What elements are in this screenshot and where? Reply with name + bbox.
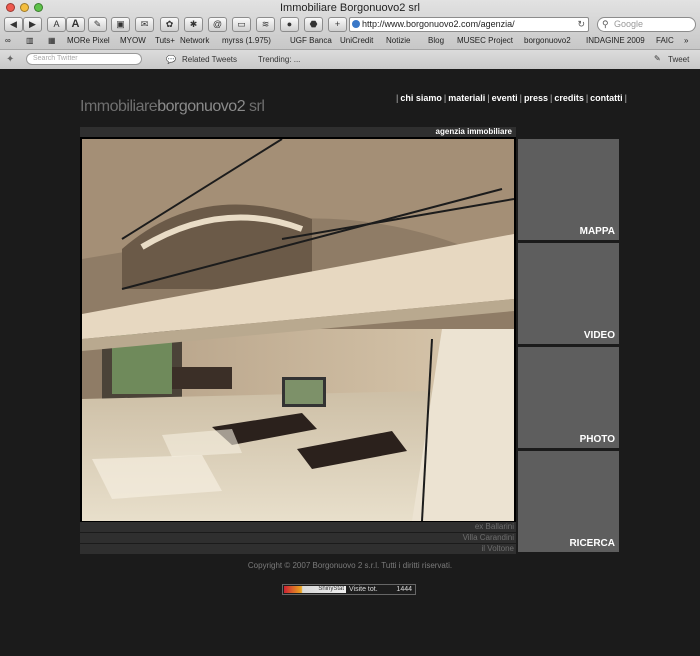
globe-icon[interactable]: ●	[280, 17, 299, 32]
section-header-bar: agenzia immobiliare	[80, 127, 516, 137]
bookmark-item[interactable]: myrss (1.975)	[222, 36, 271, 45]
reading-glasses-icon[interactable]: ∞	[5, 36, 11, 45]
counter-logo: ShinyStat	[284, 586, 346, 593]
tweet-button[interactable]: Tweet	[668, 55, 689, 64]
at-icon[interactable]: @	[208, 17, 227, 32]
trending-label[interactable]: Trending: ...	[258, 55, 300, 64]
search-placeholder: Google	[614, 19, 644, 29]
related-tweets-button[interactable]: Related Tweets	[182, 55, 237, 64]
logo-suffix-text: srl	[245, 98, 265, 115]
bookmark-item[interactable]: INDAGINE 2009	[586, 36, 645, 45]
bookmark-item[interactable]: MYOW	[120, 36, 146, 45]
tweet-icon: ✎	[654, 54, 661, 63]
text-bigger-button[interactable]: A	[66, 17, 85, 32]
nav-chi-siamo[interactable]: chi siamo	[400, 93, 442, 103]
add-bookmark-button[interactable]: +	[328, 17, 347, 32]
share-icon[interactable]: ✿	[160, 17, 179, 32]
bookmarks-overflow-icon[interactable]: »	[684, 36, 688, 45]
bookmark-item[interactable]: UniCredit	[340, 36, 373, 45]
bookmark-item[interactable]: MUSEC Project	[457, 36, 513, 45]
title-bar: Immobiliare Borgonuovo2 srl	[0, 0, 700, 16]
loft-render-image	[82, 139, 514, 521]
text-smaller-button[interactable]: A	[47, 17, 66, 32]
mappa-panel[interactable]: MAPPA	[518, 139, 619, 240]
section-label: agenzia immobiliare	[435, 127, 512, 136]
bookmark-item[interactable]: borgonuovo2	[524, 36, 571, 45]
back-button[interactable]: ◀	[4, 17, 23, 32]
nav-materiali[interactable]: materiali	[448, 93, 485, 103]
site-icon	[352, 20, 360, 28]
related-tweets-icon: 💬	[166, 55, 176, 64]
bookmark-item[interactable]: Notizie	[386, 36, 410, 45]
photo-label: PHOTO	[579, 434, 615, 445]
reload-icon[interactable]: ↻	[577, 18, 585, 31]
stop-icon[interactable]: ⬣	[304, 17, 323, 32]
main-nav: | chi siamo | materiali | eventi | press | credit…	[396, 93, 628, 103]
nav-credits[interactable]: credits	[554, 93, 584, 103]
bookmark-item[interactable]: UGF Banca	[290, 36, 332, 45]
keyboard-icon[interactable]: ▭	[232, 17, 251, 32]
bookmark-item[interactable]: Network	[180, 36, 209, 45]
video-panel[interactable]: VIDEO	[518, 243, 619, 344]
logo-bold-text: borgonuovo2	[157, 98, 246, 115]
counter-value: 1444	[396, 586, 412, 593]
picture-icon[interactable]: ▣	[111, 17, 130, 32]
rss-icon[interactable]: ≋	[256, 17, 275, 32]
mappa-label: MAPPA	[579, 226, 615, 237]
bookmark-item[interactable]: Tuts+	[155, 36, 175, 45]
bookmark-item[interactable]: Blog	[428, 36, 444, 45]
logo-light-text: Immobiliare	[80, 98, 158, 115]
bookmark-item[interactable]: FAIC	[656, 36, 674, 45]
counter-label: Visite tot.	[349, 586, 378, 593]
caption-link[interactable]: il Voltone	[80, 544, 516, 554]
nav-press[interactable]: press	[524, 93, 548, 103]
bookmark-item[interactable]: MORe Pixel	[67, 36, 110, 45]
nav-eventi[interactable]: eventi	[492, 93, 518, 103]
caption-link[interactable]: Villa Carandini	[80, 533, 516, 543]
grid-icon[interactable]: ▦	[48, 36, 56, 45]
bug-icon[interactable]: ✱	[184, 17, 203, 32]
caption-link[interactable]: ex Ballarini	[80, 522, 516, 532]
search-field[interactable]: ⚲ Google	[597, 17, 696, 32]
twitter-search-input[interactable]: Search Twitter	[26, 53, 142, 65]
twitter-bird-icon: ✦	[6, 54, 15, 65]
visit-counter[interactable]: ShinyStat Visite tot. 1444	[282, 584, 416, 595]
edit-icon[interactable]: ✎	[88, 17, 107, 32]
ricerca-label: RICERCA	[569, 538, 615, 549]
book-icon[interactable]: ▥	[26, 36, 34, 45]
ricerca-panel[interactable]: RICERCA	[518, 451, 619, 552]
interior-photo	[80, 137, 516, 523]
mail-icon[interactable]: ✉	[135, 17, 154, 32]
url-text: http://www.borgonuovo2.com/agenzia/	[362, 19, 515, 29]
copyright-text: Copyright © 2007 Borgonuovo 2 s.r.l. Tut…	[247, 561, 453, 570]
search-icon: ⚲	[602, 19, 609, 29]
bookmarks-bar: ∞ ▥ ▦ MORe Pixel MYOW Tuts+ Network myrs…	[0, 35, 700, 48]
window-title: Immobiliare Borgonuovo2 srl	[279, 2, 420, 14]
browser-toolbar: ◀ ▶ A A ✎ ▣ ✉ ✿ ✱ @ ▭ ≋ ● ⬣ + http://www…	[0, 16, 700, 34]
video-label: VIDEO	[583, 330, 615, 341]
nav-contatti[interactable]: contatti	[590, 93, 623, 103]
site-logo[interactable]: Immobiliareborgonuovo2 srl	[80, 98, 265, 116]
address-bar[interactable]: http://www.borgonuovo2.com/agenzia/ ↻	[349, 17, 589, 32]
twitter-bar: ✦ Search Twitter 💬 Related Tweets Trendi…	[0, 49, 700, 69]
browser-chrome: Immobiliare Borgonuovo2 srl ◀ ▶ A A ✎ ▣ …	[0, 0, 700, 69]
photo-panel[interactable]: PHOTO	[518, 347, 619, 448]
forward-button[interactable]: ▶	[23, 17, 42, 32]
